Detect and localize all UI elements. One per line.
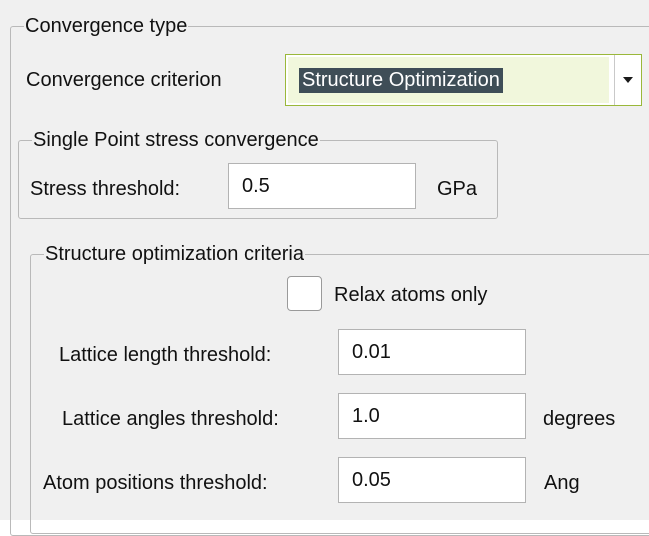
lattice-angles-threshold-unit: degrees: [543, 408, 616, 430]
lattice-angles-threshold-input[interactable]: 1.0: [338, 393, 526, 439]
structure-optimization-legend: Structure optimization criteria: [44, 243, 305, 265]
relax-atoms-only-checkbox[interactable]: [287, 276, 322, 311]
atom-positions-threshold-unit: Ang: [544, 472, 580, 494]
stress-threshold-unit: GPa: [437, 178, 478, 200]
chevron-down-icon: [623, 77, 633, 83]
convergence-criterion-display[interactable]: Structure Optimization: [288, 57, 609, 103]
stress-threshold-label: Stress threshold:: [30, 178, 181, 200]
atom-positions-threshold-input[interactable]: 0.05: [338, 457, 526, 503]
lattice-length-threshold-input[interactable]: 0.01: [338, 329, 526, 375]
convergence-criterion-selected-value: Structure Optimization: [299, 68, 503, 93]
stress-threshold-value: 0.5: [242, 175, 270, 197]
lattice-length-threshold-value: 0.01: [352, 341, 391, 363]
atom-positions-threshold-value: 0.05: [352, 469, 391, 491]
lattice-angles-threshold-value: 1.0: [352, 405, 380, 427]
stress-convergence-legend: Single Point stress convergence: [32, 129, 320, 151]
convergence-criterion-label: Convergence criterion: [26, 69, 222, 91]
dropdown-toggle-button[interactable]: [614, 55, 641, 105]
convergence-panel: Convergence type Convergence criterion S…: [0, 0, 649, 536]
convergence-criterion-dropdown[interactable]: Structure Optimization: [285, 54, 642, 106]
convergence-type-legend: Convergence type: [24, 15, 189, 37]
stress-threshold-input[interactable]: 0.5: [228, 163, 416, 209]
lattice-angles-threshold-label: Lattice angles threshold:: [62, 408, 279, 430]
relax-atoms-only-label: Relax atoms only: [334, 284, 488, 306]
lattice-length-threshold-label: Lattice length threshold:: [59, 344, 272, 366]
atom-positions-threshold-label: Atom positions threshold:: [43, 472, 268, 494]
